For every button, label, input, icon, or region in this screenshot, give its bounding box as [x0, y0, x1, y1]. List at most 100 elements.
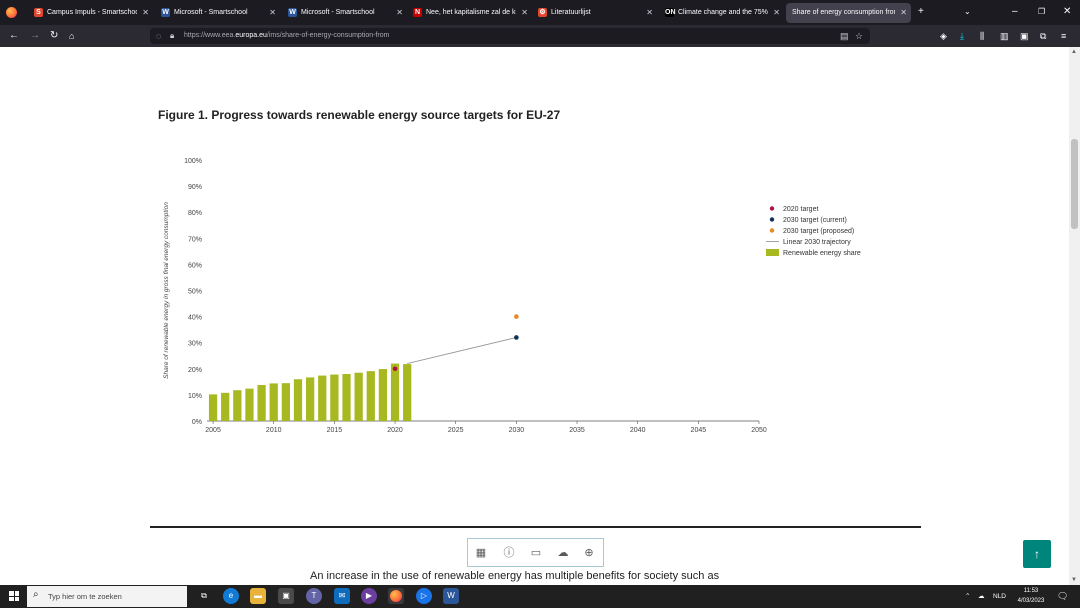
- target-point: [514, 335, 519, 340]
- firefox-taskbar-icon[interactable]: [388, 588, 404, 604]
- x-tick-label: 2040: [630, 427, 646, 434]
- restore-icon[interactable]: ❐: [1038, 5, 1045, 19]
- edge-icon[interactable]: e: [223, 588, 239, 604]
- media-player-icon[interactable]: ▶: [361, 588, 377, 604]
- browser-tab[interactable]: ON Climate change and the 75% p ✕: [659, 3, 784, 23]
- page-scrollbar[interactable]: ▲ ▼: [1069, 47, 1080, 585]
- news-icon: ON: [665, 8, 676, 17]
- y-tick-label: 70%: [188, 236, 202, 243]
- y-tick-label: 0%: [192, 419, 202, 426]
- shield-icon[interactable]: ◌: [156, 29, 161, 43]
- menu-icon[interactable]: ≡: [1061, 29, 1066, 43]
- home-icon[interactable]: ⌂: [69, 29, 74, 43]
- y-tick-label: 80%: [188, 210, 202, 217]
- tab-title: Microsoft - Smartschool: [301, 9, 375, 16]
- smartschool-ms-icon: W: [161, 8, 170, 17]
- account-icon[interactable]: ▣: [1020, 29, 1029, 43]
- browser-tab[interactable]: N Nee, het kapitalisme zal de klim ✕: [407, 3, 532, 23]
- back-to-top-button[interactable]: ↑: [1023, 540, 1051, 568]
- back-icon[interactable]: ←: [9, 29, 19, 43]
- url-bar[interactable]: ◌ 🔒︎ https://www.eea.europa.eu/ims/share…: [150, 28, 870, 44]
- zoom-in-icon[interactable]: ⊕: [581, 545, 597, 561]
- store-icon[interactable]: ▣: [278, 588, 294, 604]
- browser-tab[interactable]: S Campus Impuls - Smartschool ✕: [28, 3, 153, 23]
- target-point: [392, 366, 398, 372]
- window-close-icon[interactable]: ✕: [1063, 5, 1071, 19]
- x-tick-label: 2010: [266, 427, 282, 434]
- tab-close-icon[interactable]: ✕: [900, 3, 907, 23]
- bar-renewable-share: [233, 390, 242, 421]
- browser-tab[interactable]: W Microsoft - Smartschool ✕: [282, 3, 407, 23]
- pocket-icon[interactable]: ◈: [940, 29, 947, 43]
- word-icon[interactable]: W: [443, 588, 459, 604]
- bar-renewable-share: [342, 374, 351, 421]
- browser-tab[interactable]: ⚙ Literatuurlijst ✕: [532, 3, 657, 23]
- url-text[interactable]: https://www.eea.europa.eu/ims/share-of-e…: [184, 28, 389, 44]
- legend-label: 2020 target: [783, 206, 818, 213]
- table-view-icon[interactable]: ▦: [473, 545, 489, 561]
- lock-icon[interactable]: 🔒︎: [170, 29, 174, 43]
- info-icon[interactable]: ⓘ: [501, 545, 517, 561]
- downloads-icon[interactable]: ⤓: [960, 29, 964, 43]
- bar-renewable-share: [305, 377, 315, 421]
- download-icon[interactable]: ☁: [555, 545, 571, 561]
- y-tick-label: 60%: [188, 262, 202, 269]
- tab-title: Microsoft - Smartschool: [174, 9, 248, 16]
- notifications-icon[interactable]: 🗨︎: [1057, 585, 1068, 608]
- language-indicator[interactable]: NLD: [993, 585, 1006, 608]
- tab-close-icon[interactable]: ✕: [521, 3, 528, 23]
- bar-renewable-share: [245, 388, 254, 421]
- sidebar-icon[interactable]: ▥: [1000, 29, 1009, 43]
- legend-marker: [769, 228, 775, 233]
- firefox-icon[interactable]: [6, 7, 17, 18]
- target-point: [514, 314, 519, 319]
- page-content: Figure 1. Progress towards renewable ene…: [0, 47, 1069, 585]
- legend-marker: [769, 217, 775, 222]
- bar-renewable-share: [390, 363, 400, 421]
- extensions-icon[interactable]: ⧉: [1040, 29, 1046, 43]
- cloud-icon[interactable]: ☁: [978, 585, 985, 608]
- forward-icon[interactable]: →: [30, 29, 40, 43]
- show-hidden-icons[interactable]: ⌃: [965, 585, 970, 608]
- system-clock[interactable]: 11:53 4/03/2023: [1014, 586, 1048, 606]
- legend-label: 2030 target (current): [783, 217, 847, 224]
- reload-icon[interactable]: ↻: [50, 29, 58, 43]
- minimize-icon[interactable]: –: [1012, 5, 1018, 19]
- tab-close-icon[interactable]: ✕: [269, 3, 276, 23]
- bar-renewable-share: [281, 383, 290, 421]
- scroll-up-icon[interactable]: ▲: [1071, 49, 1077, 55]
- x-tick-label: 2020: [387, 427, 403, 434]
- teams-icon[interactable]: T: [306, 588, 322, 604]
- smartschool-ms-icon: W: [288, 8, 297, 17]
- x-tick-label: 2015: [327, 427, 343, 434]
- bar-renewable-share: [366, 371, 375, 421]
- tab-title: Literatuurlijst: [551, 9, 591, 16]
- taskbar-search-box[interactable]: ⌕ Typ hier om te zoeken: [27, 586, 187, 607]
- mail-icon[interactable]: ✉: [334, 588, 350, 604]
- y-tick-label: 20%: [188, 367, 202, 374]
- new-tab-icon[interactable]: +: [918, 5, 924, 19]
- tab-title: Share of energy consumption from: [792, 9, 895, 16]
- bar-renewable-share: [257, 384, 266, 421]
- file-explorer-icon[interactable]: ▬: [250, 588, 266, 604]
- browser-tab[interactable]: W Microsoft - Smartschool ✕: [155, 3, 280, 23]
- app-icon[interactable]: ▷: [416, 588, 432, 604]
- scroll-down-icon[interactable]: ▼: [1071, 577, 1077, 583]
- browser-tab[interactable]: Share of energy consumption from ✕: [786, 3, 911, 23]
- windows-start-icon[interactable]: [9, 591, 19, 601]
- embed-icon[interactable]: ▭: [528, 545, 544, 561]
- scroll-thumb[interactable]: [1071, 139, 1078, 229]
- reader-view-icon[interactable]: ▤: [840, 29, 849, 43]
- list-all-tabs-icon[interactable]: ⌄: [964, 5, 971, 19]
- legend-marker: [766, 249, 779, 256]
- tab-close-icon[interactable]: ✕: [646, 3, 653, 23]
- bookmark-star-icon[interactable]: ☆: [855, 29, 863, 43]
- bar-renewable-share: [208, 394, 218, 421]
- y-tick-label: 100%: [184, 158, 202, 165]
- tab-close-icon[interactable]: ✕: [773, 3, 780, 23]
- tab-close-icon[interactable]: ✕: [396, 3, 403, 23]
- arrow-up-icon: ↑: [1034, 547, 1040, 561]
- tab-close-icon[interactable]: ✕: [142, 3, 149, 23]
- library-icon[interactable]: ⫼: [980, 29, 984, 43]
- task-view-icon[interactable]: ⧉: [196, 588, 212, 604]
